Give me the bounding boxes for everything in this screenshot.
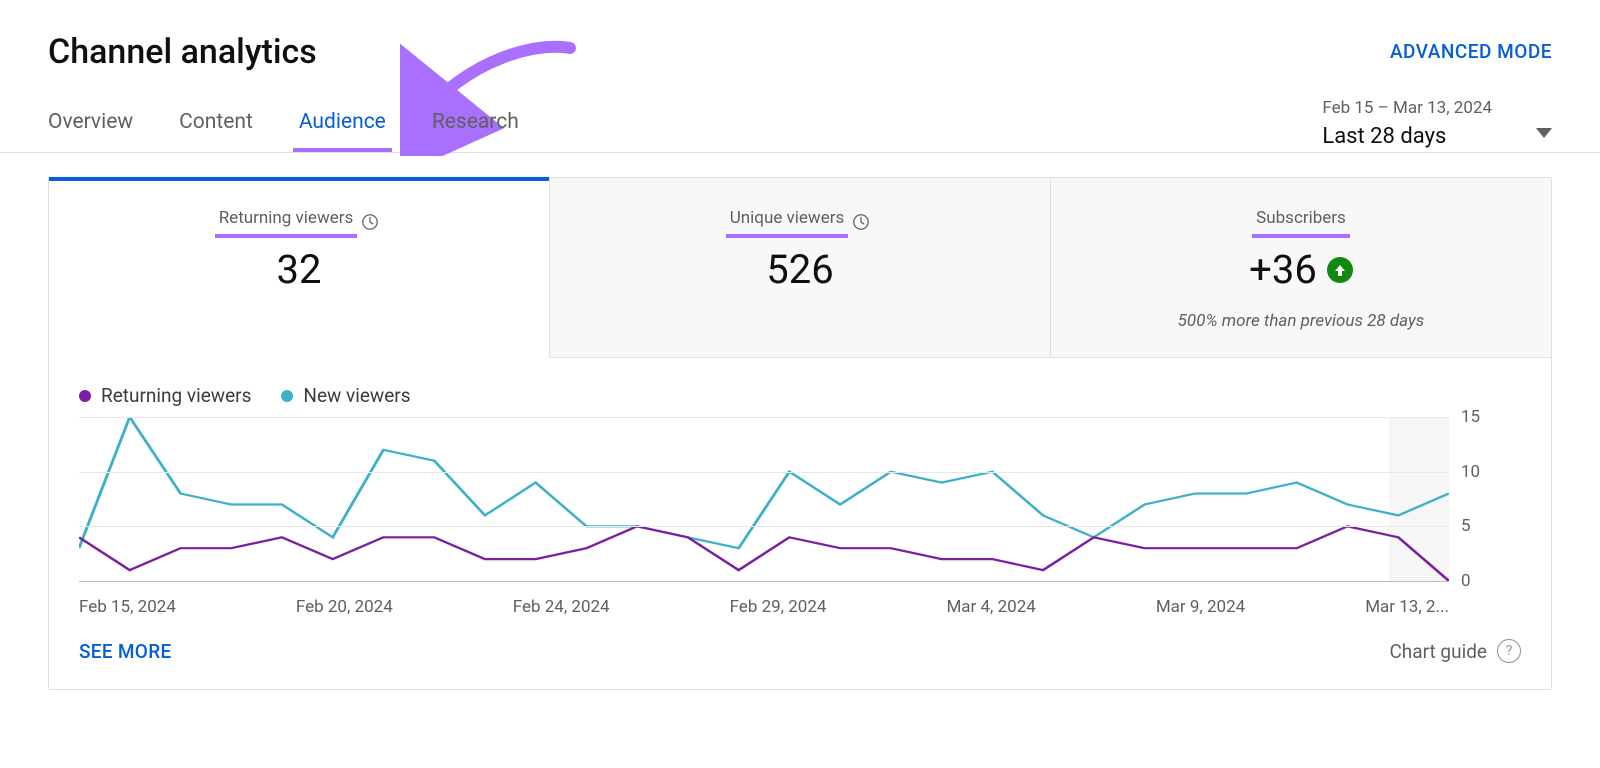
metric-value-number: +36: [1249, 246, 1317, 293]
divider: [0, 152, 1600, 153]
tab-research[interactable]: Research: [432, 108, 519, 152]
chart-guide-label: Chart guide: [1389, 640, 1487, 663]
metric-label: Returning viewers: [219, 208, 354, 236]
chart-y-tick: 0: [1461, 571, 1521, 591]
metric-returning-viewers[interactable]: Returning viewers 32: [49, 178, 550, 358]
metric-subscribers[interactable]: Subscribers +36 500% more than previous …: [1051, 178, 1551, 358]
date-range-text: Feb 15 – Mar 13, 2024: [1322, 98, 1492, 118]
chart-grid-line: [79, 472, 1449, 473]
chart-legend: Returning viewers New viewers: [49, 358, 1551, 417]
trend-up-icon: [1327, 257, 1353, 283]
chart-x-ticks: Feb 15, 2024 Feb 20, 2024 Feb 24, 2024 Feb …: [79, 597, 1449, 617]
tab-audience-label: Audience: [299, 110, 386, 134]
chart-y-tick: 10: [1461, 462, 1521, 482]
chart-y-tick: 15: [1461, 407, 1521, 427]
chart-plot-area: [79, 417, 1449, 581]
metric-cards: Returning viewers 32 Unique viewers 526 …: [49, 178, 1551, 358]
tab-content[interactable]: Content: [179, 108, 253, 152]
tabs: Overview Content Audience Research: [48, 108, 519, 152]
chart-x-tick: Feb 15, 2024: [79, 597, 176, 617]
legend-label: Returning viewers: [101, 384, 251, 407]
chart-x-tick: Feb 20, 2024: [296, 597, 393, 617]
tab-overview[interactable]: Overview: [48, 108, 133, 152]
advanced-mode-link[interactable]: ADVANCED MODE: [1390, 40, 1552, 63]
metric-unique-viewers[interactable]: Unique viewers 526: [550, 178, 1051, 358]
metric-value: +36: [1061, 246, 1541, 293]
chart-x-tick: Mar 9, 2024: [1156, 597, 1245, 617]
chart-x-tick: Feb 29, 2024: [730, 597, 827, 617]
chart-axis-line: [79, 581, 1449, 582]
viewers-chart: Feb 15, 2024 Feb 20, 2024 Feb 24, 2024 Feb …: [79, 417, 1521, 617]
chart-x-tick: Mar 4, 2024: [946, 597, 1035, 617]
chart-grid-line: [79, 417, 1449, 418]
chart-grid-line: [79, 526, 1449, 527]
chart-x-tick: Mar 13, 2...: [1365, 597, 1449, 617]
page-title: Channel analytics: [48, 32, 317, 72]
clock-icon: [852, 213, 870, 231]
legend-returning[interactable]: Returning viewers: [79, 384, 251, 407]
metric-subtext: 500% more than previous 28 days: [1061, 311, 1541, 331]
legend-label: New viewers: [303, 384, 410, 407]
date-preset-text: Last 28 days: [1322, 124, 1492, 149]
audience-panel: Returning viewers 32 Unique viewers 526 …: [48, 177, 1552, 690]
tab-active-underline: [293, 148, 392, 152]
clock-icon: [361, 213, 379, 231]
metric-value: 526: [560, 246, 1040, 293]
see-more-link[interactable]: SEE MORE: [79, 640, 172, 663]
metric-label: Subscribers: [1256, 208, 1346, 236]
date-range-picker[interactable]: Feb 15 – Mar 13, 2024 Last 28 days: [1322, 98, 1552, 149]
chart-guide-button[interactable]: Chart guide ?: [1389, 639, 1521, 663]
legend-dot-icon: [79, 390, 91, 402]
legend-new[interactable]: New viewers: [281, 384, 410, 407]
chart-x-tick: Feb 24, 2024: [513, 597, 610, 617]
metric-label: Unique viewers: [730, 208, 845, 236]
series-teal: [79, 417, 1449, 548]
chevron-down-icon: [1536, 128, 1552, 138]
chart-y-tick: 5: [1461, 516, 1521, 536]
series-purple: [79, 526, 1449, 581]
help-icon: ?: [1497, 639, 1521, 663]
tab-audience[interactable]: Audience: [299, 108, 386, 152]
metric-value: 32: [59, 246, 539, 293]
legend-dot-icon: [281, 390, 293, 402]
